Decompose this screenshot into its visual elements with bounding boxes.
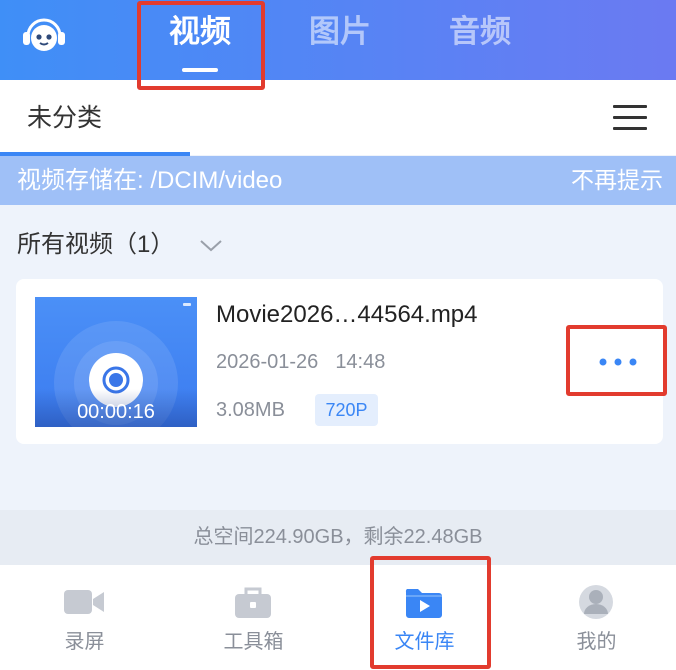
more-dots-icon[interactable] [590,345,646,379]
nav-label-screen-record: 录屏 [64,631,105,653]
video-datetime: 2026-01-26 14:48 [216,348,385,376]
hamburger-menu-icon[interactable] [606,100,654,136]
tab-images[interactable]: 图片 [285,9,395,55]
video-file-size: 3.08MB [216,399,285,421]
tab-video[interactable]: 视频 [145,9,255,55]
nav-screen-record[interactable]: 录屏 [0,565,169,670]
nav-file-library[interactable]: 文件库 [340,565,509,670]
video-list-item[interactable]: 00:00:16 Movie2026…44564.mp4 2026-01-26 1… [16,279,663,444]
toolbox-icon [233,583,273,621]
active-tab-indicator [182,68,218,72]
video-camera-icon [64,583,104,621]
top-header: 视频 图片 音频 [0,0,676,80]
storage-path-notice: 视频存储在: /DCIM/video 不再提示 [0,156,676,205]
tab-audio[interactable]: 音频 [425,9,535,55]
video-duration: 00:00:16 [77,401,155,423]
all-videos-heading[interactable]: 所有视频（1） [17,228,174,262]
nav-label-profile: 我的 [576,631,617,653]
category-bar: 未分类 [0,80,676,155]
nav-label-file-library: 文件库 [394,631,455,653]
category-uncategorized[interactable]: 未分类 [27,101,102,135]
video-title: Movie2026…44564.mp4 [216,301,478,328]
storage-path-text: 视频存储在: /DCIM/video [17,167,283,194]
nav-profile[interactable]: 我的 [512,565,676,670]
avatar-icon [576,583,616,621]
bottom-nav: 录屏 工具箱 文件库 我的 [0,565,676,670]
resolution-badge: 720P [315,394,378,426]
folder-play-icon [404,583,444,621]
storage-summary: 总空间224.90GB，剩余22.48GB [0,510,676,565]
nav-label-toolbox: 工具箱 [223,631,284,653]
chevron-down-icon[interactable] [199,239,223,253]
video-thumbnail[interactable]: 00:00:16 [35,297,197,427]
nav-toolbox[interactable]: 工具箱 [169,565,338,670]
headset-face-logo-icon [20,12,68,56]
video-date: 2026-01-26 [216,351,319,373]
dont-remind-button[interactable]: 不再提示 [571,156,663,205]
app-screen: 视频 图片 音频 未分类 视频存储在: /DCIM/video 不再提示 所有视… [0,0,676,670]
video-time: 14:48 [335,351,386,373]
